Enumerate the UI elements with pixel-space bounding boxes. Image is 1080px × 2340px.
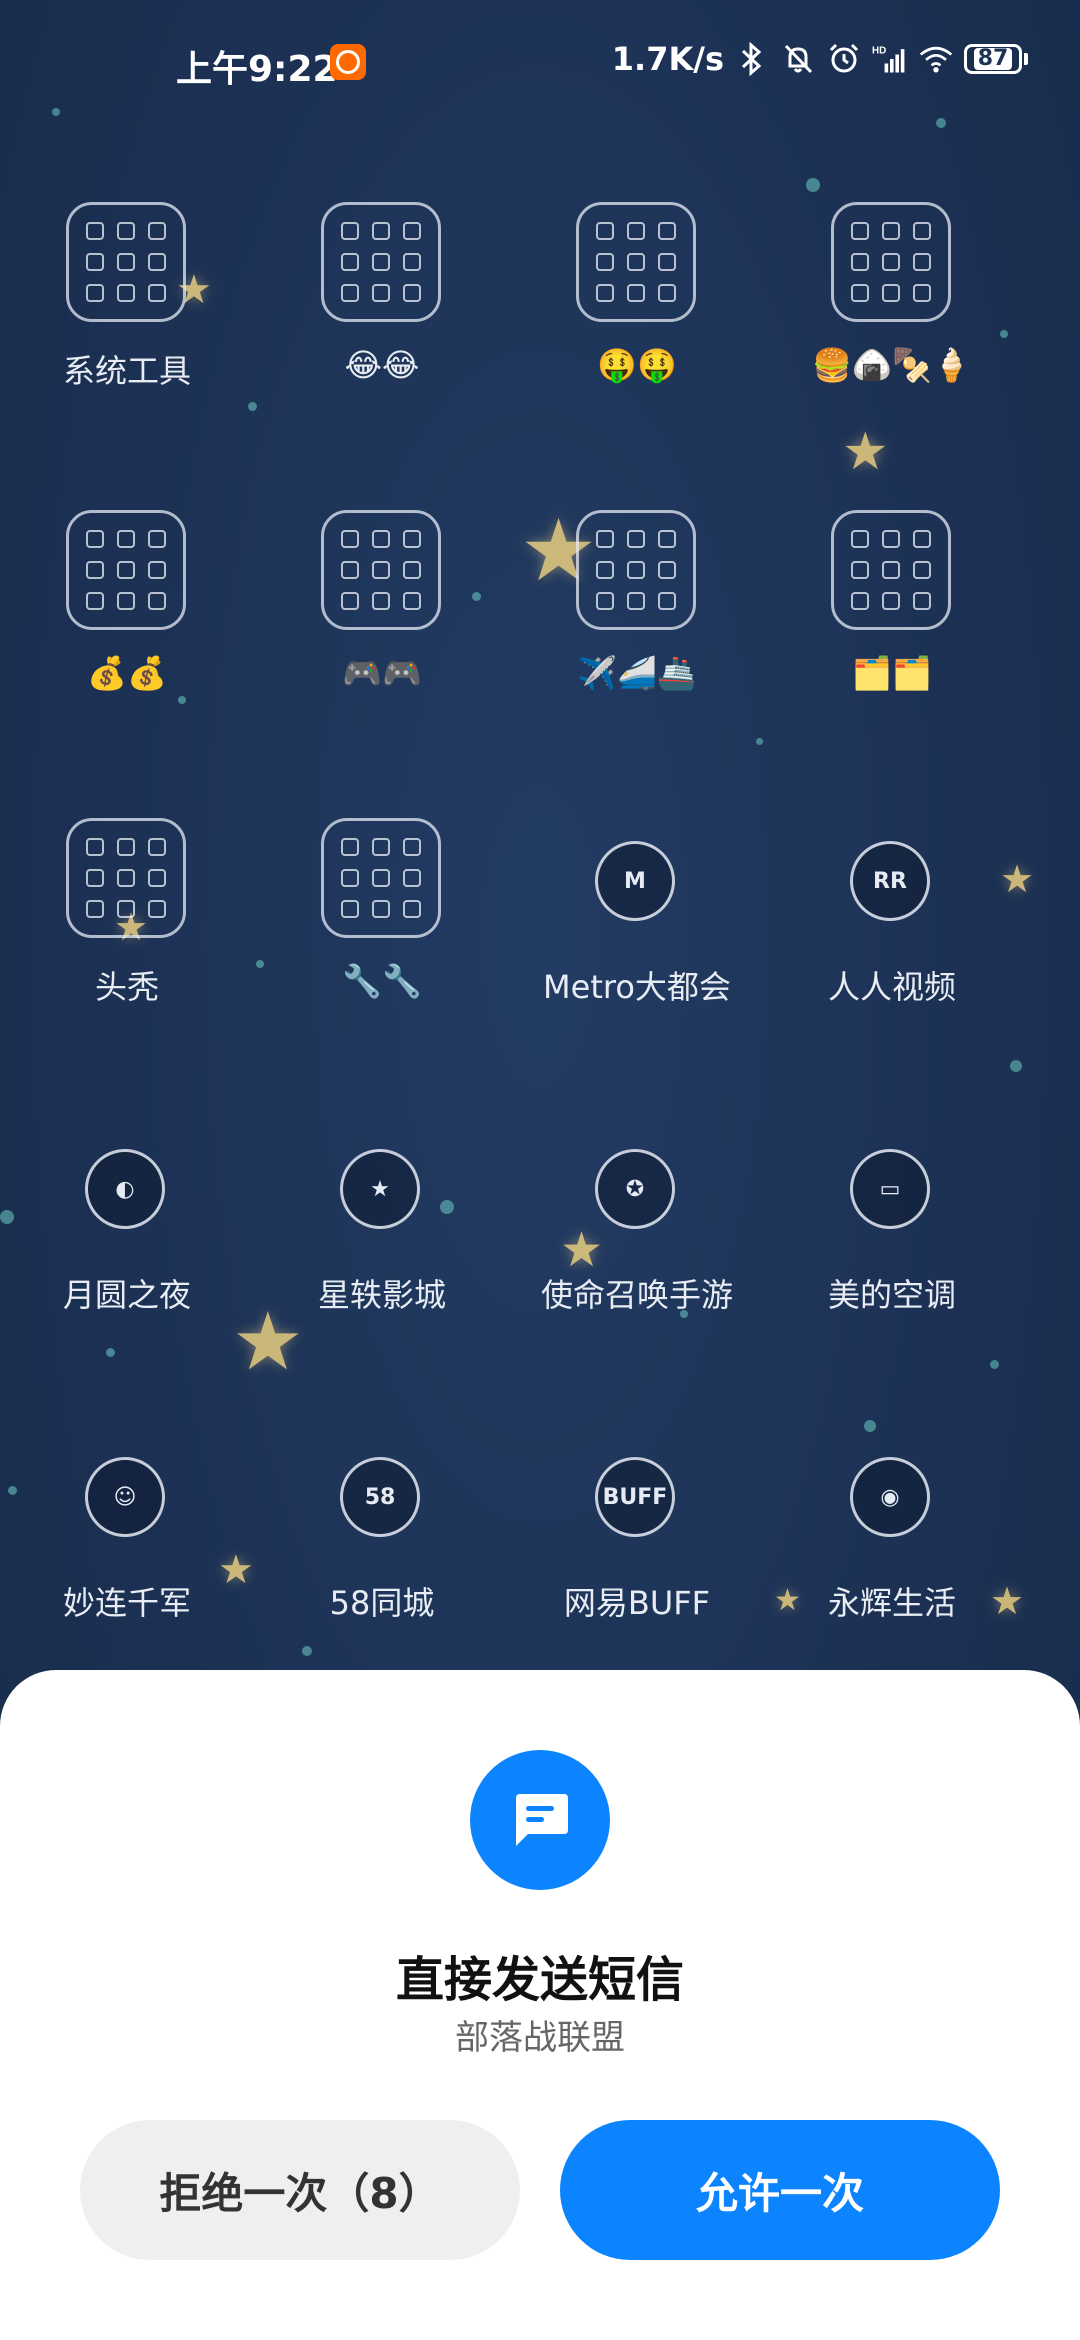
app-label: 使命召唤手游 [540, 1276, 733, 1314]
app-label: 妙连千军 [62, 1584, 191, 1622]
folder-icon-item[interactable]: 😂😂 [255, 180, 509, 420]
app-label: 网易BUFF [563, 1584, 711, 1622]
app-label: ✈️🚄🚢 [577, 654, 697, 692]
dialog-title: 直接发送短信 [395, 1952, 684, 2008]
app-label: 星轶影城 [317, 1276, 446, 1314]
folder-icon [66, 818, 186, 938]
alarm-icon [826, 41, 862, 77]
app-icon-item[interactable]: ▭ 美的空调 [765, 1104, 1019, 1344]
app-icon: ◉ [850, 1457, 930, 1537]
app-icon: M [595, 841, 675, 921]
svg-text:HD: HD [872, 46, 886, 57]
app-label: 🔧🔧 [342, 962, 422, 1000]
folder-icon [576, 202, 696, 322]
signal-icon: HD [872, 41, 908, 77]
folder-icon-item[interactable]: 头秃 [0, 796, 254, 1036]
folder-icon-item[interactable]: 💰💰 [0, 488, 254, 728]
app-icon: RR [850, 841, 930, 921]
folder-icon [321, 510, 441, 630]
status-bar: 上午9:22 1.7K/s HD 87 [0, 0, 1080, 124]
bluetooth-icon [734, 41, 770, 77]
app-icon-item[interactable]: M Metro大都会 [510, 796, 764, 1036]
app-icon-item[interactable]: ✪ 使命召唤手游 [510, 1104, 764, 1344]
app-label: 58同城 [329, 1584, 435, 1622]
folder-icon [66, 510, 186, 630]
app-label: 头秃 [94, 968, 159, 1006]
folder-icon [831, 202, 951, 322]
app-label: 🎮🎮 [342, 654, 422, 692]
folder-icon [321, 818, 441, 938]
folder-icon-item[interactable]: ✈️🚄🚢 [510, 488, 764, 728]
folder-icon-item[interactable]: 🗂️🗂️ [765, 488, 1019, 728]
wifi-icon [918, 41, 954, 77]
app-label: 月圆之夜 [62, 1276, 191, 1314]
folder-icon [66, 202, 186, 322]
app-icon-item[interactable]: 58 58同城 [255, 1412, 509, 1652]
app-label: 🗂️🗂️ [852, 654, 932, 692]
app-label: 💰💰 [87, 654, 167, 692]
app-icon-item[interactable]: BUFF 网易BUFF [510, 1412, 764, 1652]
folder-icon [321, 202, 441, 322]
battery-level: 87 [973, 48, 1013, 70]
app-label: 🤑🤑 [597, 346, 677, 384]
app-icon-item[interactable]: ◐ 月圆之夜 [0, 1104, 254, 1344]
allow-once-button[interactable]: 允许一次 [560, 2120, 1000, 2260]
app-label: 美的空调 [827, 1276, 956, 1314]
app-icon: ★ [340, 1149, 420, 1229]
deny-once-button[interactable]: 拒绝一次（8） [80, 2120, 520, 2260]
app-icon: ☺ [85, 1457, 165, 1537]
app-icon: BUFF [595, 1457, 675, 1537]
folder-icon [576, 510, 696, 630]
app-icon: ▭ [850, 1149, 930, 1229]
mi-icon [330, 44, 366, 80]
app-label: 永辉生活 [827, 1584, 956, 1622]
app-icon: 58 [340, 1457, 420, 1537]
app-label: 😂😂 [344, 346, 420, 384]
message-icon [470, 1750, 610, 1890]
app-icon-item[interactable]: ★ 星轶影城 [255, 1104, 509, 1344]
app-label: 🍔🍙🍢🍦 [812, 346, 972, 384]
folder-icon-item[interactable]: 🔧🔧 [255, 796, 509, 1036]
app-icon-item[interactable]: RR 人人视频 [765, 796, 1019, 1036]
app-label: Metro大都会 [543, 968, 731, 1006]
app-label: 系统工具 [62, 352, 191, 390]
app-icon: ◐ [85, 1149, 165, 1229]
folder-icon-item[interactable]: 🤑🤑 [510, 180, 764, 420]
app-label: 人人视频 [827, 968, 956, 1006]
network-speed: 1.7K/s [611, 40, 724, 78]
folder-icon-item[interactable]: 🎮🎮 [255, 488, 509, 728]
app-icon-item[interactable]: ◉ 永辉生活 [765, 1412, 1019, 1652]
dialog-subtitle: 部落战联盟 [455, 2018, 625, 2058]
battery-icon: 87 [964, 44, 1028, 74]
folder-icon [831, 510, 951, 630]
app-icon-item[interactable]: ☺ 妙连千军 [0, 1412, 254, 1652]
status-time: 上午9:22 [176, 49, 338, 90]
mute-icon [780, 41, 816, 77]
permission-dialog: 直接发送短信 部落战联盟 拒绝一次（8） 允许一次 [0, 1670, 1080, 2340]
app-icon: ✪ [595, 1149, 675, 1229]
folder-icon-item[interactable]: 🍔🍙🍢🍦 [765, 180, 1019, 420]
folder-icon-item[interactable]: 系统工具 [0, 180, 254, 420]
